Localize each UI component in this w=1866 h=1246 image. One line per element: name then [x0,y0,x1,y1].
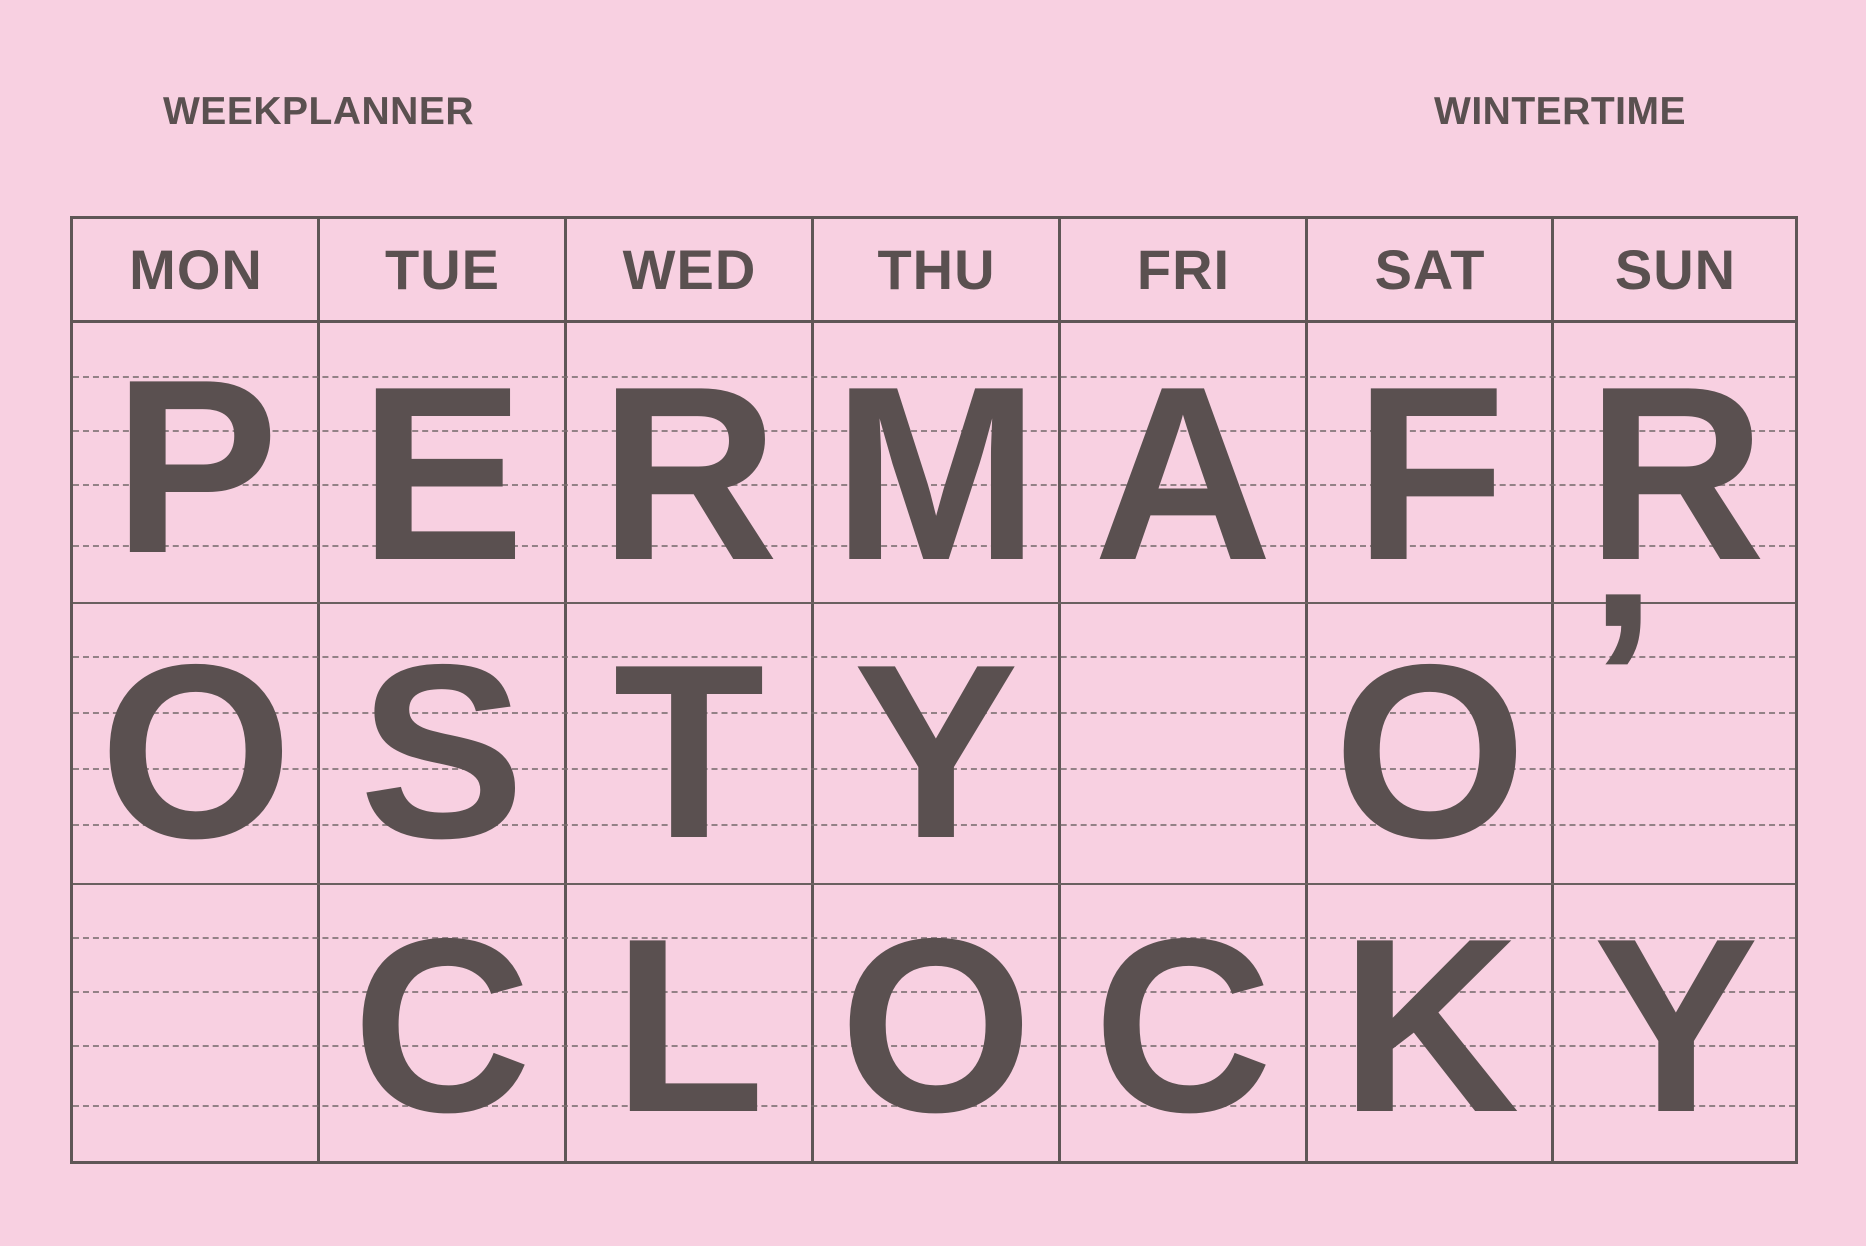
big-letter-r2-sat: O [1333,612,1527,890]
day-header-row: MON TUE WED THU FRI SAT SUN [73,219,1795,323]
weekplanner-title: WEEKPLANNER [163,90,475,133]
season-label: WINTERTIME [1434,90,1686,133]
week-grid: MON TUE WED THU FRI SAT SUN P E R M A F … [70,216,1798,1164]
big-letter-r3-sat: K [1340,886,1520,1164]
day-header-mon: MON [129,238,263,301]
apostrophe-mark: ’ [1588,540,1658,818]
big-letter-r1-mon: P [113,327,279,605]
big-letter-r2-mon: O [99,612,293,890]
day-header-tue: TUE [385,238,500,301]
big-letter-r1-sat: F [1354,334,1506,612]
big-letter-r1-wed: R [599,334,779,612]
big-letter-r3-sun: Y [1593,886,1759,1164]
big-letter-r1-fri: A [1093,334,1273,612]
big-letter-r2-tue: S [359,612,525,890]
big-letter-r3-tue: C [352,886,532,1164]
big-letter-r2-wed: T [613,612,765,890]
day-header-sun: SUN [1614,238,1737,301]
big-letter-r1-tue: E [359,334,525,612]
weekplanner-card: WEEKPLANNER WINTERTIME MON TUE WED THU F… [0,0,1866,1246]
day-header-sat: SAT [1374,238,1486,301]
big-letter-r3-fri: C [1093,886,1273,1164]
big-letter-r3-wed: L [613,886,765,1164]
big-letter-r1-thu: M [832,334,1040,612]
day-header-thu: THU [877,238,996,301]
day-header-wed: WED [622,238,757,301]
big-letter-r3-thu: O [839,886,1033,1164]
big-letter-r2-thu: Y [853,612,1019,890]
day-header-fri: FRI [1136,238,1231,301]
